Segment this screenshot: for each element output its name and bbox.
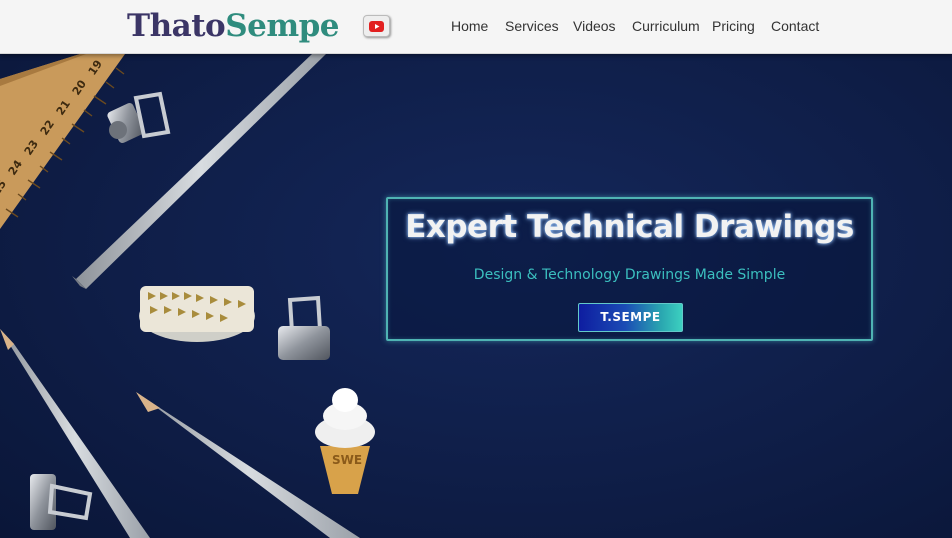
pencil-left-illustration [0, 329, 150, 538]
hero-subtitle: Design & Technology Drawings Made Simple [473, 267, 786, 283]
top-navbar: ThatoSempe Home Services Videos Curricul… [0, 0, 952, 54]
hero-title: Expert Technical Drawings [405, 209, 854, 245]
hero-callout-box: Expert Technical Drawings Design & Techn… [386, 197, 873, 341]
tsempe-button[interactable]: T.SEMPE [578, 303, 683, 332]
nav-item-curriculum[interactable]: Curriculum [632, 17, 700, 35]
ice-cream-text: SWE [332, 453, 362, 467]
binder-clip-bottom-illustration [30, 474, 93, 530]
binder-clip-top-illustration [107, 91, 171, 144]
nav-item-services[interactable]: Services [505, 17, 559, 35]
nav-item-videos[interactable]: Videos [573, 17, 616, 35]
nav-item-contact[interactable]: Contact [771, 17, 819, 35]
nav-item-home[interactable]: Home [451, 17, 488, 35]
nav-item-pricing[interactable]: Pricing [712, 17, 755, 35]
binder-clip-middle-illustration [278, 295, 330, 360]
youtube-icon [369, 20, 384, 32]
youtube-button[interactable] [363, 15, 390, 37]
hero-section: 19 20 21 22 23 24 25 SWE Expert Technica… [0, 54, 952, 538]
ruler-illustration: 19 20 21 22 23 24 25 [0, 54, 125, 229]
ice-cream-eraser-illustration: SWE [315, 388, 375, 494]
pencil-top-illustration [72, 54, 326, 289]
logo-text-part2: Sempe [225, 8, 340, 44]
logo-text-part1: Thato [127, 8, 226, 44]
site-logo[interactable]: ThatoSempe [127, 6, 340, 46]
washi-tape-illustration [139, 286, 255, 342]
